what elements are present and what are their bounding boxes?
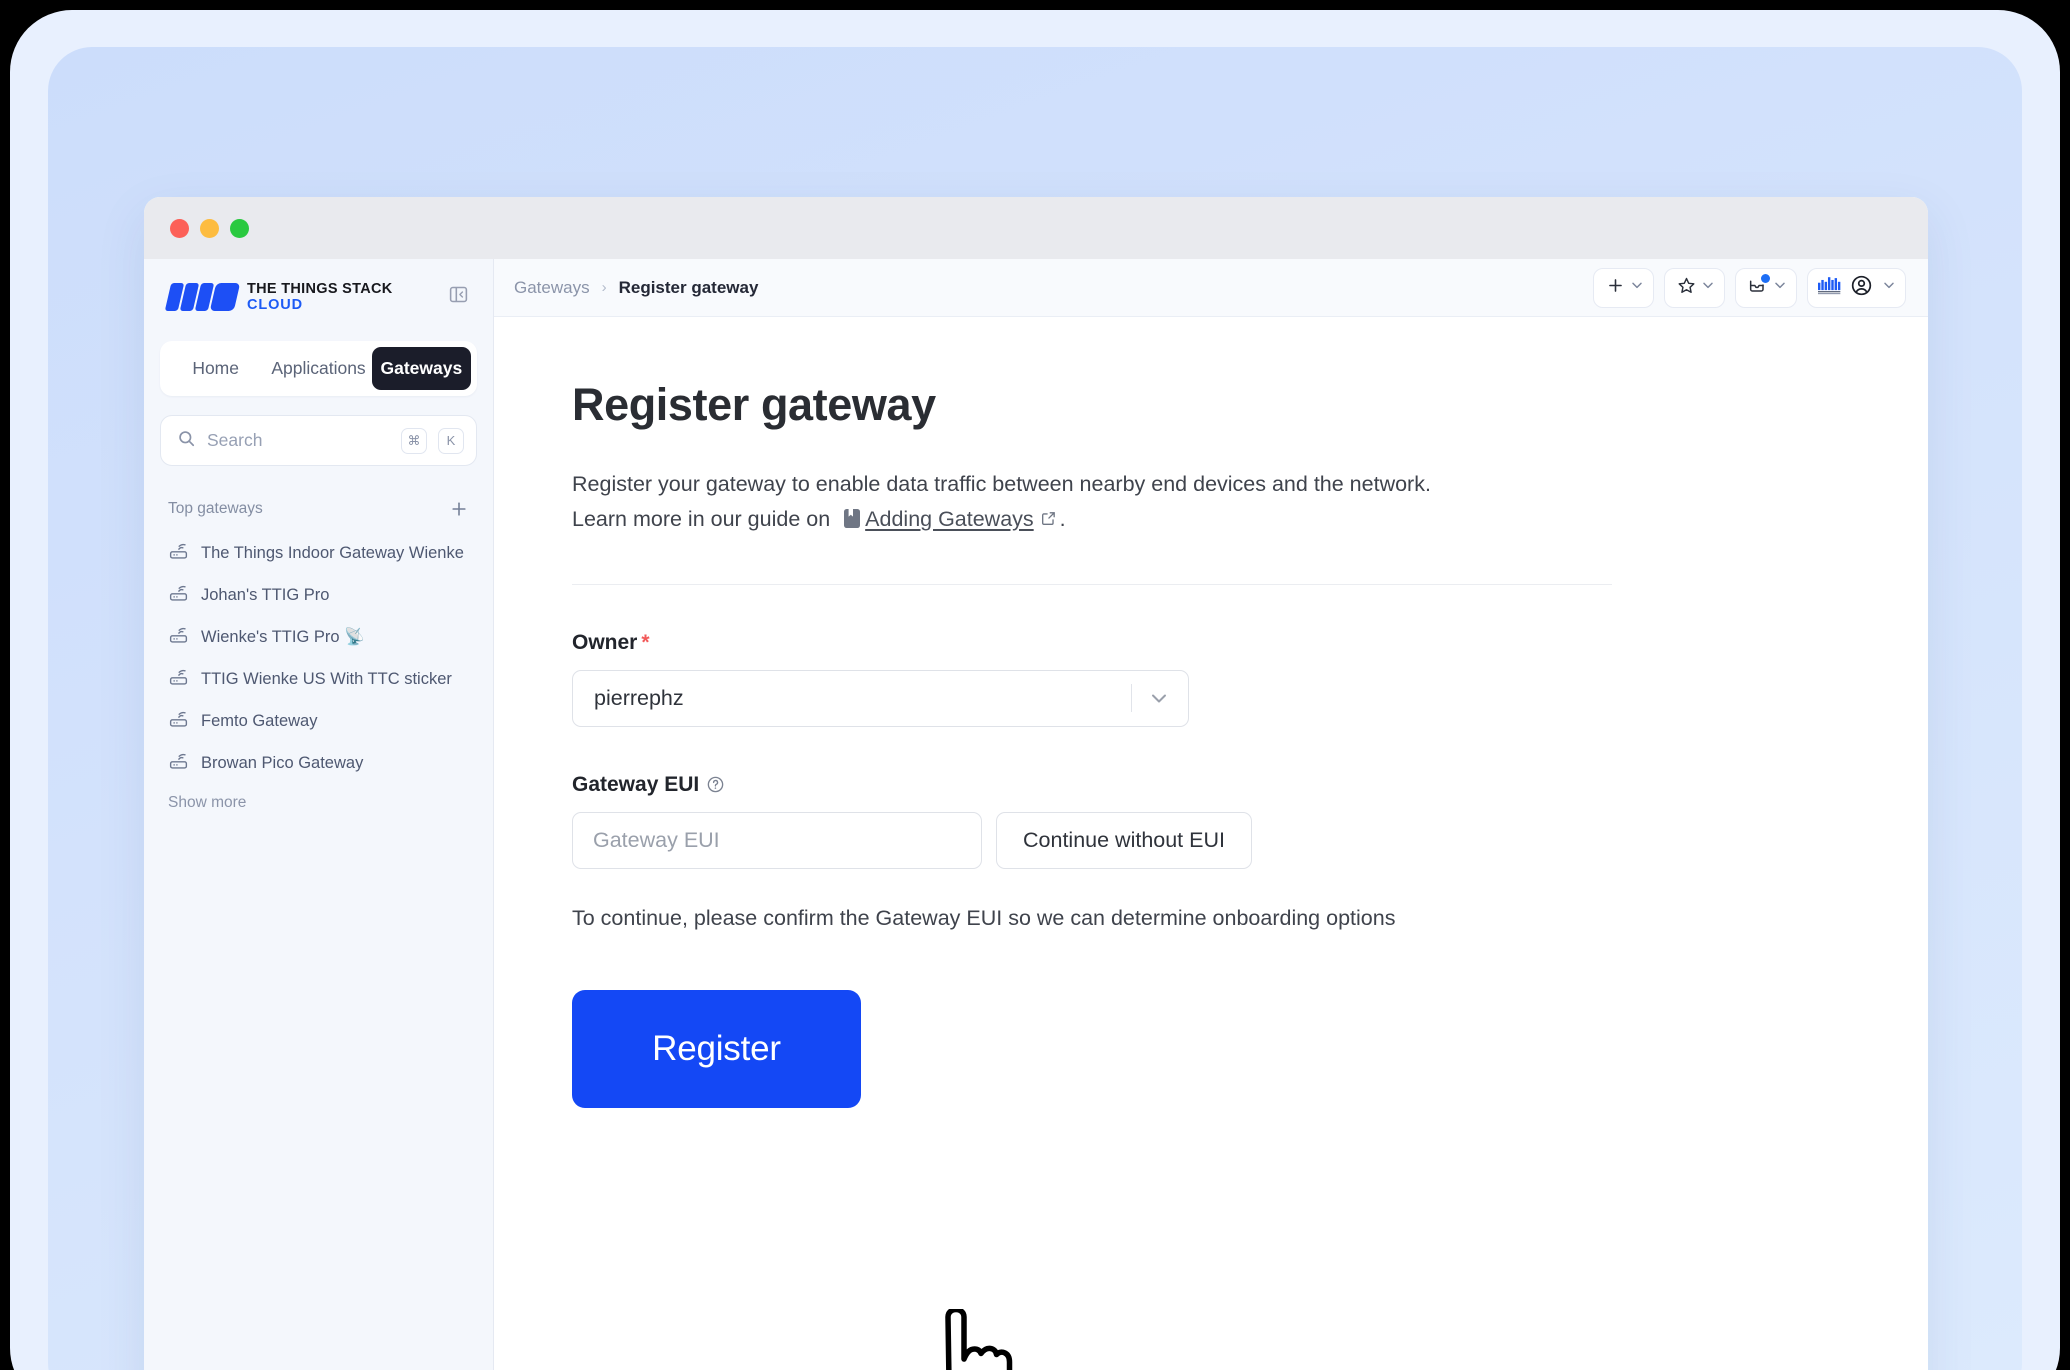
- adding-gateways-link[interactable]: Adding Gateways: [865, 507, 1034, 531]
- plus-icon: [1606, 276, 1625, 300]
- chevron-down-icon: [1881, 277, 1897, 298]
- things-stack-logo-icon: [164, 283, 241, 311]
- description-line-1: Register your gateway to enable data tra…: [572, 472, 1431, 496]
- gateway-name: Femto Gateway: [201, 711, 318, 730]
- favorites-menu-button[interactable]: [1664, 267, 1725, 308]
- search-placeholder: Search: [207, 430, 263, 450]
- gateway-eui-field: Gateway EUI Gateway EUI Continue without…: [572, 773, 1928, 869]
- gateway-icon: [168, 750, 189, 776]
- topbar: Gateways › Register gateway: [494, 259, 1928, 317]
- gateway-eui-label: Gateway EUI: [572, 773, 1928, 797]
- star-icon: [1677, 276, 1696, 300]
- brand-text: THE THINGS STACK CLOUD: [247, 281, 393, 313]
- gateway-name: Browan Pico Gateway: [201, 753, 364, 772]
- gateway-icon: [168, 708, 189, 734]
- owner-select[interactable]: pierrephz: [572, 669, 1189, 727]
- owner-label: Owner *: [572, 631, 1928, 655]
- top-gateways-header: Top gateways: [160, 496, 477, 522]
- gateway-name: TTIG Wienke US With TTC sticker: [201, 669, 452, 688]
- brand-row: THE THINGS STACK CLOUD: [160, 259, 477, 335]
- gateway-name: Wienke's TTIG Pro 📡: [201, 627, 365, 646]
- chevron-down-icon: [1629, 277, 1645, 298]
- gateway-eui-label-text: Gateway EUI: [572, 772, 700, 796]
- window-close-button[interactable]: [170, 218, 189, 238]
- gateway-eui-placeholder: Gateway EUI: [593, 827, 720, 852]
- description-prefix: Learn more in our guide on: [572, 506, 831, 531]
- breadcrumb-current: Register gateway: [618, 277, 759, 297]
- chevron-down-icon: [1700, 277, 1716, 298]
- owner-value: pierrephz: [594, 685, 684, 710]
- description-suffix: .: [1059, 506, 1066, 531]
- top-gateways-title: Top gateways: [168, 500, 263, 517]
- list-item[interactable]: Wienke's TTIG Pro 📡: [160, 616, 477, 658]
- chevron-down-icon: [1772, 277, 1788, 298]
- browser-window: THE THINGS STACK CLOUD Home Applications: [144, 197, 1928, 1370]
- gateway-icon: [168, 582, 189, 608]
- list-item[interactable]: The Things Indoor Gateway Wienke: [160, 532, 477, 574]
- chevron-down-icon[interactable]: [1132, 686, 1186, 710]
- breadcrumb-separator: ›: [601, 279, 607, 296]
- gateway-name: The Things Indoor Gateway Wienke: [201, 543, 464, 562]
- page-title: Register gateway: [572, 379, 936, 430]
- divider: [572, 583, 1612, 585]
- breadcrumb: Gateways › Register gateway: [514, 278, 758, 298]
- sidebar: THE THINGS STACK CLOUD Home Applications: [144, 259, 494, 1370]
- question-mark-icon[interactable]: [706, 775, 725, 794]
- window-minimize-button[interactable]: [200, 218, 219, 238]
- account-menu-button[interactable]: [1807, 267, 1906, 308]
- section-tabs: Home Applications Gateways: [160, 341, 477, 396]
- page-description: Register your gateway to enable data tra…: [572, 467, 1632, 540]
- list-item[interactable]: Femto Gateway: [160, 700, 477, 742]
- gateway-eui-row: Gateway EUI Continue without EUI: [572, 811, 1928, 869]
- search-input[interactable]: Search ⌘ K: [160, 415, 477, 466]
- main-panel: Gateways › Register gateway Register gat…: [494, 259, 1928, 1370]
- gateway-name: Johan's TTIG Pro: [201, 585, 330, 604]
- show-more-link[interactable]: Show more: [160, 784, 477, 812]
- add-gateway-icon[interactable]: [449, 499, 469, 520]
- inbox-menu-button[interactable]: [1735, 267, 1797, 308]
- list-item[interactable]: Browan Pico Gateway: [160, 742, 477, 784]
- tab-home[interactable]: Home: [166, 347, 265, 390]
- external-link-icon: [1040, 503, 1057, 538]
- description-line-2: Learn more in our guide on Adding Gatewa…: [572, 502, 1632, 540]
- page-content: Register gateway Register your gateway t…: [494, 317, 1928, 1108]
- gateway-list: The Things Indoor Gateway Wienke Johan's…: [160, 532, 477, 784]
- list-item[interactable]: TTIG Wienke US With TTC sticker: [160, 658, 477, 700]
- eui-hint-text: To continue, please confirm the Gateway …: [572, 905, 1396, 930]
- required-marker: *: [641, 630, 650, 654]
- search-shortcut-key: K: [438, 427, 464, 454]
- tab-gateways[interactable]: Gateways: [371, 347, 471, 390]
- gateway-icon: [168, 624, 189, 650]
- tab-applications[interactable]: Applications: [267, 347, 369, 390]
- owner-label-text: Owner: [572, 630, 638, 654]
- gateway-eui-input[interactable]: Gateway EUI: [572, 811, 982, 869]
- topbar-tools: [1593, 267, 1906, 308]
- gateway-icon: [168, 666, 189, 692]
- window-maximize-button[interactable]: [230, 218, 249, 238]
- guide-book-icon: [843, 505, 861, 540]
- account-avatar-icon: [1850, 274, 1873, 302]
- add-menu-button[interactable]: [1593, 267, 1654, 308]
- inbox-icon: [1748, 274, 1770, 300]
- brand-line-2: CLOUD: [247, 297, 304, 313]
- owner-field: Owner * pierrephz: [572, 631, 1928, 727]
- panel-collapse-icon[interactable]: [448, 284, 469, 310]
- window-titlebar: [144, 197, 1928, 259]
- breadcrumb-parent[interactable]: Gateways: [514, 278, 590, 298]
- notification-badge: [1761, 274, 1770, 283]
- search-shortcut-modifier: ⌘: [401, 427, 427, 454]
- search-icon: [177, 429, 196, 453]
- register-button[interactable]: Register: [572, 989, 861, 1108]
- stage: THE THINGS STACK CLOUD Home Applications: [0, 0, 2070, 1370]
- continue-without-eui-button[interactable]: Continue without EUI: [996, 811, 1252, 869]
- gateway-icon: [168, 540, 189, 566]
- tenant-logo-icon: [1818, 276, 1842, 300]
- app-body: THE THINGS STACK CLOUD Home Applications: [144, 259, 1928, 1370]
- brand-line-1: THE THINGS STACK: [247, 280, 393, 297]
- list-item[interactable]: Johan's TTIG Pro: [160, 574, 477, 616]
